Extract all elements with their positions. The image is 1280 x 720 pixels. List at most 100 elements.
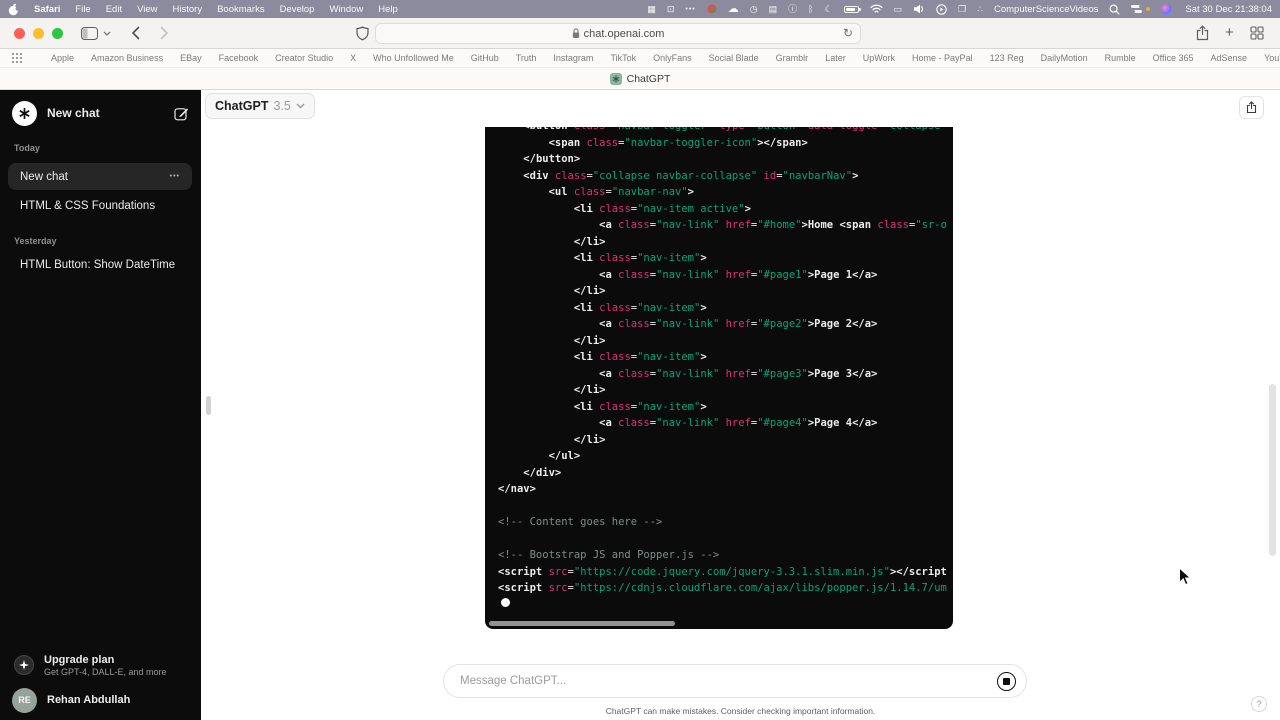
wifi-icon[interactable] (870, 4, 883, 14)
info-icon[interactable]: ⓘ (788, 5, 797, 14)
bluetooth-icon[interactable]: ᛒ (808, 5, 813, 14)
siri-icon[interactable] (1161, 4, 1172, 15)
alarm-clock-icon[interactable]: ◷ (750, 5, 758, 14)
dots-triangle-icon[interactable]: ∴ (977, 5, 983, 14)
bookmark-item[interactable]: Later (825, 53, 846, 63)
bookmark-item[interactable]: EBay (180, 53, 202, 63)
chatgpt-app: New chat TodayNew chat•••HTML & CSS Foun… (0, 90, 1280, 720)
frequently-visited-grid-icon[interactable] (12, 53, 22, 63)
share-conversation-button[interactable] (1239, 96, 1264, 119)
menu-help[interactable]: Help (378, 4, 398, 15)
menu-edit[interactable]: Edit (106, 4, 122, 15)
tab-overview-icon[interactable] (1250, 26, 1264, 40)
sidebar-item-html-css-foundations[interactable]: HTML & CSS Foundations (8, 192, 192, 219)
menu-bookmarks[interactable]: Bookmarks (217, 4, 265, 15)
page-scrollbar[interactable] (1269, 384, 1276, 556)
zoom-window-button[interactable] (52, 28, 63, 39)
menu-view[interactable]: View (137, 4, 157, 15)
new-tab-button[interactable]: + (1225, 24, 1234, 41)
play-circle-icon[interactable] (936, 4, 947, 15)
upgrade-subtitle: Get GPT-4, DALL-E, and more (44, 667, 167, 677)
close-window-button[interactable] (14, 28, 25, 39)
menu-window[interactable]: Window (329, 4, 363, 15)
mouse-cursor (1178, 567, 1192, 592)
menu-develop[interactable]: Develop (280, 4, 315, 15)
sidebar-chevron-down-icon[interactable] (103, 31, 111, 36)
device-name-label[interactable]: ComputerScienceVideos (994, 4, 1098, 15)
window-controls (14, 28, 63, 39)
message-input[interactable] (444, 675, 997, 687)
code-line: <span class="navbar-toggler-icon"></span… (498, 135, 953, 152)
compose-icon[interactable] (174, 106, 189, 121)
spotlight-search-icon[interactable] (1109, 4, 1120, 15)
display-icon[interactable]: ▭ (894, 5, 903, 14)
do-not-disturb-moon-icon[interactable]: ☾ (825, 5, 833, 14)
bookmark-item[interactable]: Rumble (1105, 53, 1136, 63)
bookmark-item[interactable]: DailyMotion (1041, 53, 1088, 63)
volume-icon[interactable] (913, 4, 925, 14)
menubar-menus: Safari File Edit View History Bookmarks Develo… (34, 4, 398, 15)
bookmark-item[interactable]: UpWork (863, 53, 895, 63)
sidebar-resize-handle[interactable] (206, 396, 211, 415)
keyboard-brightness-icon[interactable]: ▦ (647, 5, 656, 14)
chatgpt-favicon (610, 73, 622, 85)
active-tab[interactable]: ChatGPT (627, 73, 671, 85)
upgrade-plan-button[interactable]: Upgrade plan Get GPT-4, DALL-E, and more (8, 648, 193, 682)
menu-file[interactable]: File (75, 4, 90, 15)
sidebar-item-html-button-show-datetime[interactable]: HTML Button: Show DateTime (8, 251, 192, 278)
back-button[interactable] (131, 26, 140, 40)
code-line: </li> (498, 234, 953, 251)
stop-generating-button[interactable] (997, 672, 1016, 691)
bookmark-item[interactable]: Who Unfollowed Me (373, 53, 454, 63)
address-bar[interactable]: chat.openai.com ↻ (375, 23, 861, 44)
battery-icon[interactable] (844, 6, 859, 13)
control-center-icon[interactable] (1131, 5, 1142, 14)
bookmark-item[interactable]: Instagram (553, 53, 593, 63)
menu-safari[interactable]: Safari (34, 4, 60, 15)
bookmark-item[interactable]: Apple (51, 53, 74, 63)
bookmark-item[interactable]: YouTube Studio (1264, 53, 1280, 63)
bookmark-item[interactable]: AdSense (1211, 53, 1248, 63)
apple-menu-icon[interactable] (8, 3, 19, 16)
share-page-icon[interactable] (1196, 25, 1209, 41)
bookmark-item[interactable]: Gramblr (776, 53, 809, 63)
url-text: chat.openai.com (584, 28, 665, 40)
more-status-icon[interactable]: ••• (685, 6, 695, 13)
code-horizontal-scrollbar[interactable] (489, 621, 675, 626)
windows-stack-icon[interactable]: ❐ (958, 5, 966, 14)
menubar-clock[interactable]: Sat 30 Dec 21:38:04 (1185, 4, 1272, 15)
model-selector[interactable]: ChatGPT 3.5 (205, 93, 315, 119)
forward-button[interactable] (160, 26, 169, 40)
new-chat-header[interactable]: New chat (8, 98, 193, 128)
user-menu[interactable]: RE Rehan Abdullah (8, 686, 193, 714)
code-content: <button class="navbar-toggler" type="but… (485, 127, 953, 597)
app-status-icon[interactable] (707, 4, 717, 14)
privacy-shield-icon[interactable] (356, 26, 369, 41)
bookmark-item[interactable]: Office 365 (1153, 53, 1194, 63)
bookmark-item[interactable]: Facebook (219, 53, 259, 63)
bookmark-item[interactable]: Home - PayPal (912, 53, 973, 63)
bookmark-item[interactable]: GitHub (471, 53, 499, 63)
bookmark-item[interactable]: Social Blade (709, 53, 759, 63)
reload-icon[interactable]: ↻ (843, 26, 853, 40)
bookmark-item[interactable]: Truth (516, 53, 537, 63)
minimize-window-button[interactable] (33, 28, 44, 39)
bookmark-item[interactable]: OnlyFans (653, 53, 692, 63)
new-chat-label: New chat (47, 106, 164, 120)
code-line: </ul> (498, 448, 953, 465)
sidebar-toggle-icon[interactable] (81, 27, 98, 40)
help-button[interactable]: ? (1251, 696, 1267, 712)
bookmark-item[interactable]: 123 Reg (990, 53, 1024, 63)
chat-options-icon[interactable]: ••• (170, 173, 180, 180)
menu-history[interactable]: History (173, 4, 203, 15)
sidebar-item-new-chat[interactable]: New chat••• (8, 163, 192, 190)
bookmark-item[interactable]: X (350, 53, 356, 63)
screen-mirroring-icon[interactable]: ⊡ (667, 5, 675, 14)
notification-display-icon[interactable]: ▤ (769, 5, 778, 14)
bookmark-item[interactable]: Creator Studio (275, 53, 333, 63)
bookmark-item[interactable]: Amazon Business (91, 53, 163, 63)
cloud-icon[interactable]: ☁ (728, 4, 739, 15)
chat-title: HTML & CSS Foundations (20, 200, 155, 212)
model-name: ChatGPT (215, 99, 268, 113)
bookmark-item[interactable]: TikTok (610, 53, 636, 63)
